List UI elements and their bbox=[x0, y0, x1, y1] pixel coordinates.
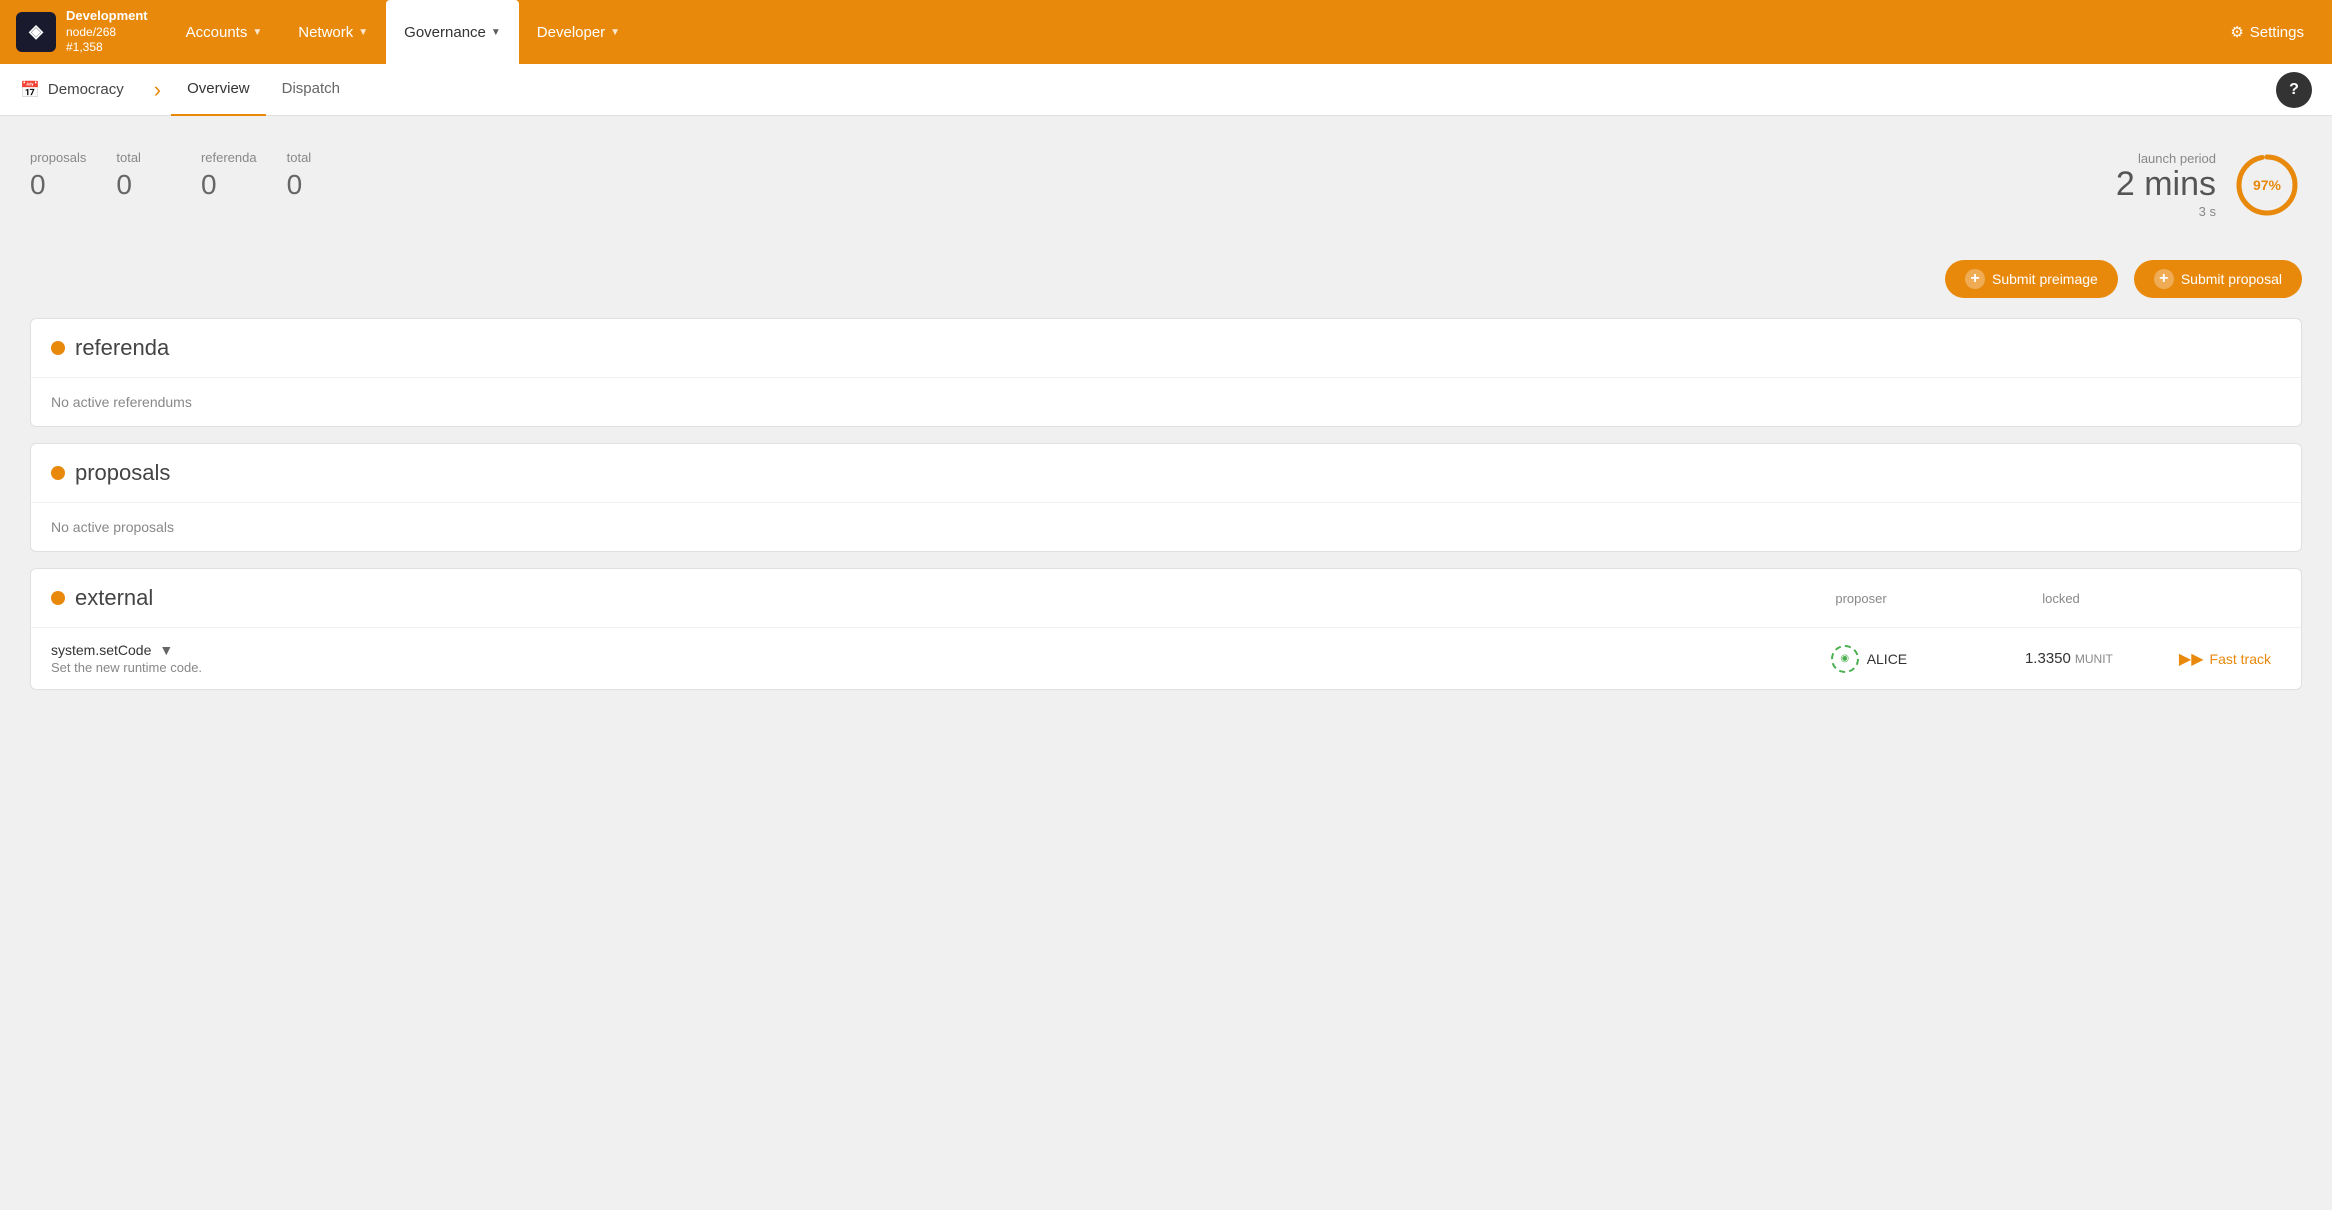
proposer-name: ALICE bbox=[1867, 651, 1907, 667]
submit-proposal-plus-icon: + bbox=[2154, 269, 2174, 289]
proposals-section: proposals No active proposals bbox=[30, 443, 2302, 552]
locked-col-label: locked bbox=[1961, 591, 2161, 606]
external-section: external proposer locked system.setCode … bbox=[30, 568, 2302, 690]
nav-governance[interactable]: Governance ▼ bbox=[386, 0, 519, 64]
democracy-section[interactable]: 📅 Democracy bbox=[20, 80, 144, 100]
launch-period-area: launch period 2 mins 3 s 97% bbox=[2116, 150, 2302, 220]
submit-preimage-button[interactable]: + Submit preimage bbox=[1945, 260, 2118, 298]
proposer-avatar: ◉ bbox=[1831, 645, 1859, 673]
external-header: external proposer locked bbox=[31, 569, 2301, 628]
proposals-dot-icon bbox=[51, 466, 65, 480]
nav-developer[interactable]: Developer ▼ bbox=[519, 0, 638, 64]
main-content: proposals 0 total 0 referenda 0 total 0 … bbox=[0, 116, 2332, 1210]
locked-unit: MUNIT bbox=[2075, 652, 2113, 666]
proposals-header: proposals bbox=[31, 444, 2301, 503]
locked-value: 1.3350 bbox=[2025, 650, 2071, 667]
launch-info: launch period 2 mins 3 s bbox=[2116, 151, 2216, 218]
logo-block: #1,358 bbox=[66, 40, 148, 56]
referenda-total: total 0 bbox=[287, 150, 312, 201]
accounts-chevron-icon: ▼ bbox=[252, 27, 262, 38]
logo-node: node/268 bbox=[66, 25, 148, 41]
referenda-count: referenda 0 bbox=[201, 150, 257, 201]
settings-gear-icon: ⚙ bbox=[2230, 23, 2243, 41]
proposals-total: total 0 bbox=[116, 150, 141, 201]
referenda-body: No active referendums bbox=[31, 378, 2301, 426]
top-nav: ◈ Development node/268 #1,358 Accounts ▼… bbox=[0, 0, 2332, 64]
help-button[interactable]: ? bbox=[2276, 72, 2312, 108]
stats-row: proposals 0 total 0 referenda 0 total 0 … bbox=[30, 140, 2302, 240]
nav-accounts[interactable]: Accounts ▼ bbox=[168, 0, 281, 64]
nav-right: ⚙ Settings bbox=[2218, 23, 2316, 41]
fast-track-button[interactable]: ▶▶ Fast track bbox=[2169, 643, 2281, 675]
actions-row: + Submit preimage + Submit proposal bbox=[30, 260, 2302, 298]
proposer-cell: ◉ ALICE bbox=[1769, 645, 1969, 673]
settings-nav[interactable]: ⚙ Settings bbox=[2218, 23, 2316, 41]
locked-cell: 1.3350 MUNIT bbox=[1969, 650, 2169, 667]
submit-proposal-button[interactable]: + Submit proposal bbox=[2134, 260, 2302, 298]
logo-area[interactable]: ◈ Development node/268 #1,358 bbox=[16, 8, 148, 56]
referenda-section: referenda No active referendums bbox=[30, 318, 2302, 427]
divider-arrow-icon: › bbox=[154, 79, 161, 101]
method-chevron-icon[interactable]: ▼ bbox=[159, 642, 173, 658]
tab-dispatch[interactable]: Dispatch bbox=[266, 64, 356, 116]
proposals-stats: proposals 0 total 0 bbox=[30, 150, 141, 201]
governance-chevron-icon: ▼ bbox=[491, 27, 501, 38]
launch-period-progress: 97% bbox=[2232, 150, 2302, 220]
tab-overview[interactable]: Overview bbox=[171, 64, 266, 116]
method-description: Set the new runtime code. bbox=[51, 660, 1769, 675]
democracy-label: Democracy bbox=[48, 81, 124, 98]
logo-icon: ◈ bbox=[16, 12, 56, 52]
network-chevron-icon: ▼ bbox=[358, 27, 368, 38]
referenda-header: referenda bbox=[31, 319, 2301, 378]
sub-nav: 📅 Democracy › Overview Dispatch ? bbox=[0, 64, 2332, 116]
external-dot-icon bbox=[51, 591, 65, 605]
nav-network[interactable]: Network ▼ bbox=[280, 0, 386, 64]
referenda-dot-icon bbox=[51, 341, 65, 355]
fast-track-arrows-icon: ▶▶ bbox=[2179, 649, 2204, 669]
method-name-text: system.setCode bbox=[51, 642, 151, 658]
method-info: system.setCode ▼ Set the new runtime cod… bbox=[51, 642, 1769, 675]
developer-chevron-icon: ▼ bbox=[610, 27, 620, 38]
proposals-body: No active proposals bbox=[31, 503, 2301, 551]
proposer-col-label: proposer bbox=[1761, 591, 1961, 606]
fast-track-label: Fast track bbox=[2210, 651, 2271, 667]
proposals-count: proposals 0 bbox=[30, 150, 86, 201]
referenda-stats: referenda 0 total 0 bbox=[201, 150, 311, 201]
external-row: system.setCode ▼ Set the new runtime cod… bbox=[31, 628, 2301, 689]
submit-preimage-plus-icon: + bbox=[1965, 269, 1985, 289]
calendar-icon: 📅 bbox=[20, 80, 40, 100]
logo-dev: Development bbox=[66, 8, 148, 25]
